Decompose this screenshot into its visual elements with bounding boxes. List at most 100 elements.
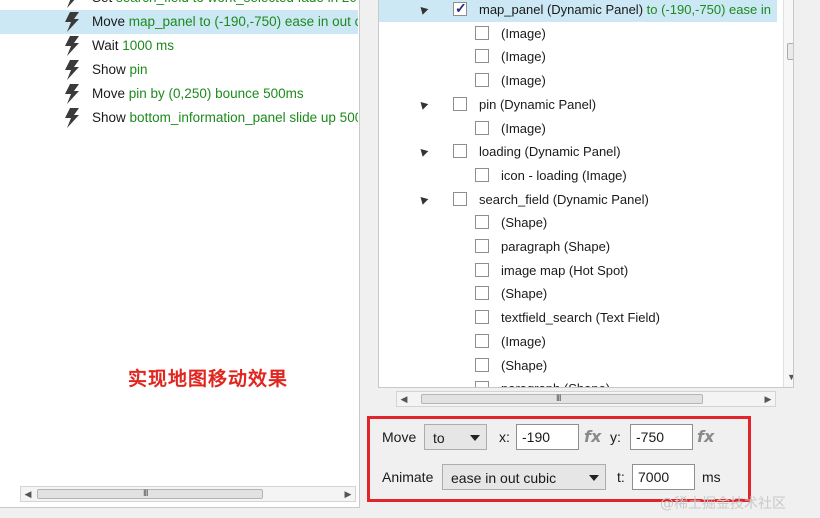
tree-checkbox[interactable] <box>453 0 467 17</box>
tree-leaf[interactable]: icon - loading (Image) <box>379 164 777 188</box>
tree-label: paragraph (Shape) <box>501 381 610 387</box>
action-text: Wait 1000 ms <box>92 38 174 53</box>
tree-leaf[interactable]: (Shape) <box>379 282 777 306</box>
tree-checkbox[interactable] <box>475 333 489 348</box>
tree-label: map_panel (Dynamic Panel) to (-190,-750)… <box>479 2 771 17</box>
scroll-down-icon[interactable]: ▼ <box>787 372 793 382</box>
tree-label: loading (Dynamic Panel) <box>479 144 621 159</box>
tree-checkbox[interactable] <box>475 215 489 230</box>
duration-input[interactable] <box>632 464 695 490</box>
expand-triangle-icon[interactable] <box>417 98 429 110</box>
y-input[interactable] <box>630 424 693 450</box>
expand-triangle-icon[interactable] <box>417 4 429 15</box>
scroll-thumb[interactable]: III <box>37 488 263 499</box>
tree-leaf[interactable]: (Shape) <box>379 354 777 378</box>
scroll-grip-icon: III <box>556 393 561 403</box>
scroll-thumb[interactable]: III <box>421 393 703 404</box>
scroll-right-icon[interactable]: ▶ <box>761 392 775 406</box>
action-verb: Show <box>92 110 126 125</box>
tree-label-text: paragraph (Shape) <box>501 381 610 387</box>
action-verb: Show <box>92 62 126 77</box>
chevron-down-icon <box>470 435 480 441</box>
action-item[interactable]: Move map_panel to (-190,-750) ease in ou… <box>0 10 358 34</box>
tree-label-text: (Image) <box>501 49 546 65</box>
tree-label-text: (Image) <box>501 333 546 349</box>
action-item[interactable]: Wait 1000 ms <box>0 34 358 58</box>
tree-leaf[interactable]: paragraph (Shape) <box>379 235 777 259</box>
scroll-right-icon[interactable]: ▶ <box>341 487 355 501</box>
tree-label-text: pin (Dynamic Panel) <box>479 96 597 112</box>
move-mode-select[interactable]: to <box>424 424 487 450</box>
tree-leaf[interactable]: image map (Hot Spot) <box>379 259 777 283</box>
lightning-bolt-icon <box>63 36 81 56</box>
tree-leaf[interactable]: (Image) <box>379 117 777 141</box>
scroll-left-icon[interactable]: ◀ <box>397 392 411 406</box>
action-text: Move pin by (0,250) bounce 500ms <box>92 86 304 101</box>
interactions-pane: Set search_field to work_selected fade i… <box>0 0 360 508</box>
action-detail: pin by (0,250) bounce 500ms <box>128 86 304 101</box>
tree-leaf[interactable]: (Image) <box>379 69 777 93</box>
tree-checkbox[interactable] <box>453 96 467 111</box>
tree-vertical-scrollbar[interactable]: ▼ <box>783 0 793 387</box>
x-fx-icon[interactable]: fx <box>584 427 601 446</box>
tree-checkbox[interactable] <box>475 73 489 88</box>
move-mode-value: to <box>433 430 445 446</box>
lightning-bolt-icon <box>63 12 81 32</box>
tree-label-text: (Shape) <box>501 286 548 302</box>
tree-checkbox[interactable] <box>453 144 467 159</box>
tree-checkbox[interactable] <box>475 25 489 40</box>
scroll-grip-icon: III <box>143 488 148 498</box>
x-label: x: <box>499 429 510 445</box>
tree-checkbox[interactable] <box>475 167 489 182</box>
tree-label-text: map_panel (Dynamic Panel) <box>479 2 644 17</box>
tree-checkbox[interactable] <box>475 49 489 64</box>
animate-value: ease in out cubic <box>451 470 557 486</box>
t-label: t: <box>617 469 625 485</box>
tree-checkbox[interactable] <box>475 262 489 277</box>
expand-triangle-icon[interactable] <box>417 146 429 157</box>
tree-label: paragraph (Shape) <box>501 239 610 254</box>
lightning-bolt-icon <box>63 108 81 128</box>
tree-node[interactable]: pin (Dynamic Panel) <box>379 93 777 117</box>
scroll-thumb[interactable] <box>787 43 793 60</box>
tree-checkbox[interactable] <box>475 286 489 301</box>
left-horizontal-scrollbar[interactable]: ◀ III ▶ <box>20 486 356 502</box>
lightning-bolt-icon <box>63 60 81 80</box>
x-input[interactable] <box>516 424 579 450</box>
tree-leaf[interactable]: (Shape) <box>379 211 777 235</box>
action-item[interactable]: Set search_field to work_selected fade i… <box>0 0 358 10</box>
action-detail: search_field to work_selected fade in 20… <box>116 0 358 5</box>
y-fx-icon[interactable]: fx <box>697 427 714 446</box>
tree-node[interactable]: loading (Dynamic Panel) <box>379 140 777 164</box>
tree-checkbox[interactable] <box>475 120 489 135</box>
tree-label-text: (Image) <box>501 25 546 41</box>
move-settings-highlight: Move to x: fx y: fx Animate ease in out … <box>367 416 751 502</box>
tree-label-text: (Shape) <box>501 357 548 373</box>
tree-node[interactable]: search_field (Dynamic Panel) <box>379 188 777 212</box>
tree-label-text: (Image) <box>501 120 546 136</box>
action-item[interactable]: Move pin by (0,250) bounce 500ms <box>0 82 358 106</box>
tree-leaf[interactable]: (Image) <box>379 330 777 354</box>
move-label: Move <box>382 429 417 445</box>
tree-checkbox[interactable] <box>475 239 489 253</box>
action-detail: map_panel to (-190,-750) ease in out cu <box>128 14 358 29</box>
action-item[interactable]: Show pin <box>0 58 358 82</box>
tree-leaf[interactable]: (Image) <box>379 45 777 69</box>
tree-checkbox[interactable] <box>475 310 489 325</box>
tree-checkbox[interactable] <box>475 381 489 387</box>
animate-select[interactable]: ease in out cubic <box>442 464 606 490</box>
tree-leaf[interactable]: textfield_search (Text Field) <box>379 306 777 330</box>
tree-horizontal-scrollbar[interactable]: ◀ III ▶ <box>396 391 776 407</box>
action-item[interactable]: Show bottom_information_panel slide up 5… <box>0 106 358 130</box>
tree-label-detail: to (-190,-750) ease in <box>643 2 771 17</box>
tree-label: (Image) <box>501 49 546 64</box>
tree-node[interactable]: map_panel (Dynamic Panel) to (-190,-750)… <box>379 0 777 22</box>
scroll-left-icon[interactable]: ◀ <box>21 487 35 501</box>
tree-leaf[interactable]: (Image) <box>379 22 777 46</box>
tree-label-text: (Image) <box>501 73 546 89</box>
tree-leaf[interactable]: paragraph (Shape) <box>379 377 777 387</box>
tree-checkbox[interactable] <box>475 357 489 372</box>
tree-checkbox[interactable] <box>453 191 467 206</box>
expand-triangle-icon[interactable] <box>417 193 429 205</box>
action-detail: bottom_information_panel slide up 500 <box>129 110 358 125</box>
